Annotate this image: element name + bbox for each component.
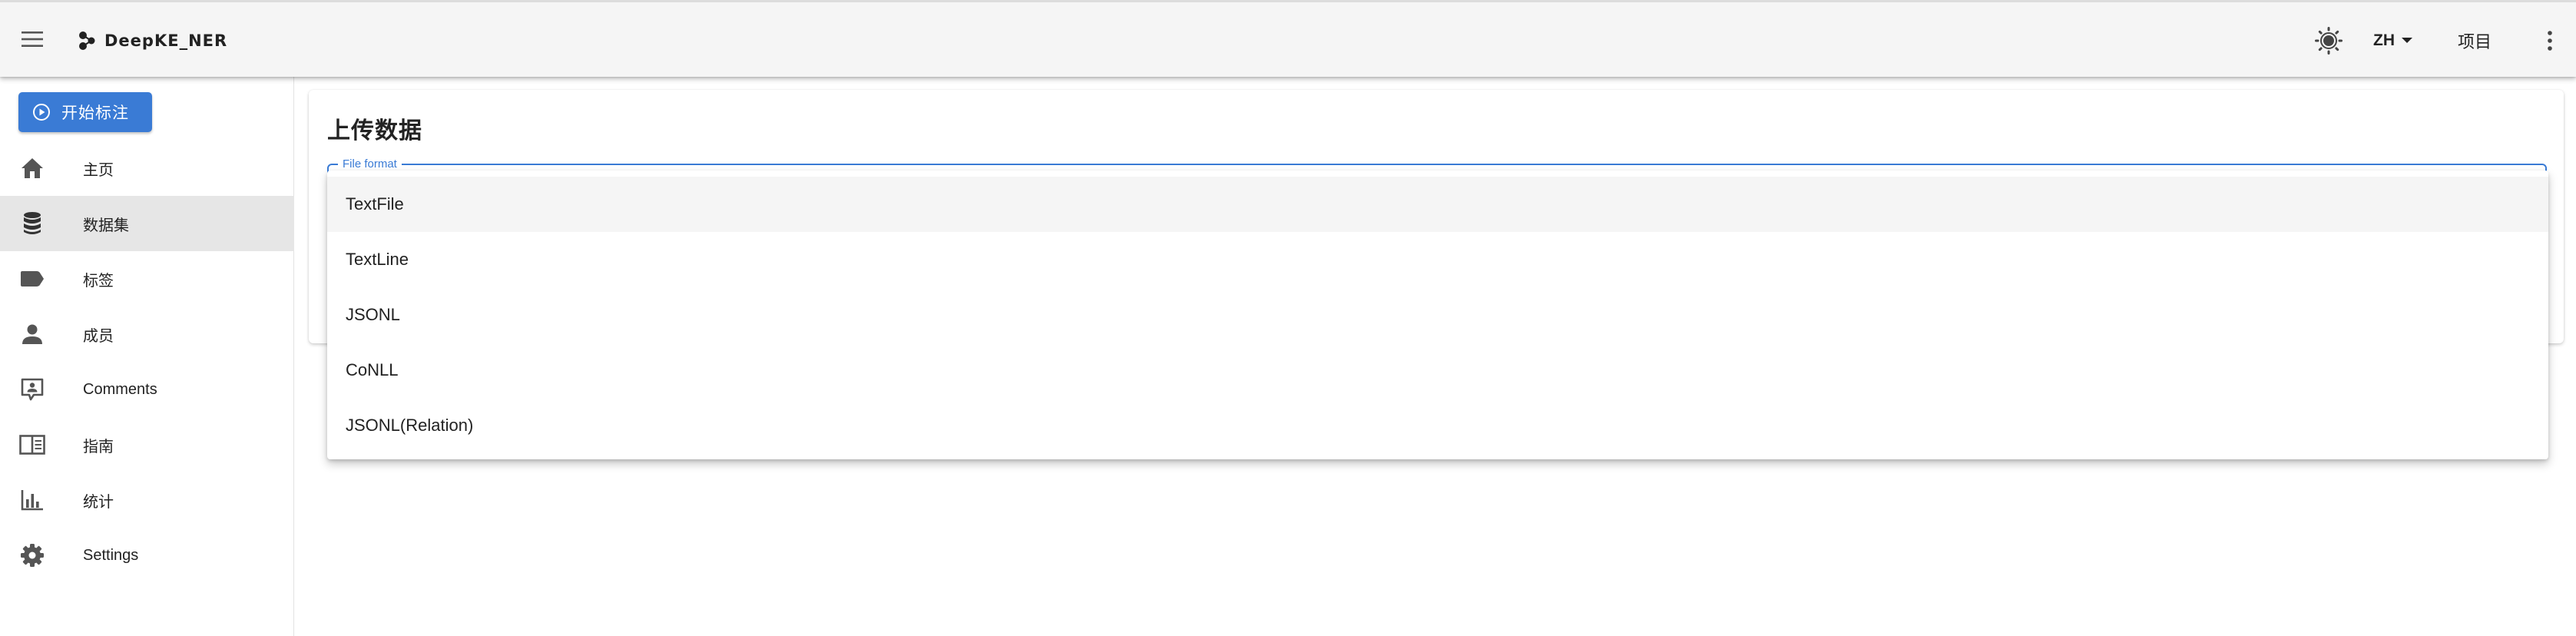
file-format-label: File format [338,157,402,171]
menu-item-label: JSONL(Relation) [346,416,474,435]
app-title: DeepKE_NER [104,31,228,50]
home-icon [18,154,46,182]
file-format-menu: TextFile TextLine JSONL CoNLL JSONL(Rela… [327,171,2548,459]
sidebar-item-labels[interactable]: 标签 [0,251,294,306]
sidebar-item-label: 成员 [83,327,114,345]
menu-item-label: TextLine [346,250,409,269]
menu-item-label: CoNLL [346,360,399,379]
sidebar-item-home[interactable]: 主页 [0,141,294,196]
sidebar-item-settings[interactable]: Settings [0,528,294,583]
sidebar-item-label: Settings [83,546,139,564]
start-annotation-button[interactable]: 开始标注 [18,92,152,132]
caret-down-icon [2402,38,2412,43]
molecule-icon [79,31,95,50]
language-label: ZH [2373,31,2395,49]
menu-item-textline[interactable]: TextLine [327,232,2548,287]
sidebar-item-statistics[interactable]: 统计 [0,472,294,528]
sidebar-item-members[interactable]: 成员 [0,306,294,362]
app-bar: DeepKE_NER ZH 项目 [0,0,2576,77]
menu-item-conll[interactable]: CoNLL [327,343,2548,398]
sidebar-item-label: 统计 [83,493,114,511]
sidebar-item-label: 主页 [83,161,114,179]
app-brand[interactable]: DeepKE_NER [77,27,227,55]
play-circle-icon [33,104,50,121]
sidebar-item-comments[interactable]: Comments [0,362,294,417]
menu-item-textfile[interactable]: TextFile [327,177,2548,232]
sidebar-item-label: 标签 [83,272,114,290]
comment-account-icon [18,376,46,403]
account-icon [18,320,46,348]
dots-vertical-icon[interactable] [2535,22,2565,59]
label-icon [18,265,46,293]
page-title: 上传数据 [327,118,422,144]
start-annotation-label: 开始标注 [61,104,129,122]
language-selector[interactable]: ZH [2373,25,2413,56]
sidebar-item-label: 数据集 [83,217,129,234]
book-open-icon [18,431,46,459]
database-icon [18,210,46,237]
chart-bar-icon [18,486,46,514]
projects-label: 项目 [2458,32,2492,51]
cog-icon [18,542,46,569]
sidebar-item-guideline[interactable]: 指南 [0,417,294,472]
sidebar-item-dataset[interactable]: 数据集 [0,196,294,251]
sidebar-item-label: Comments [83,380,157,398]
menu-item-label: JSONL [346,305,400,324]
hamburger-menu-icon[interactable] [14,19,51,59]
projects-button[interactable]: 项目 [2458,25,2492,56]
menu-item-label: TextFile [346,194,404,214]
brightness-icon[interactable] [2310,22,2347,59]
sidebar: 开始标注 主页 数据集 标签 成员 Comments 指南 统计 Setting… [0,77,294,636]
menu-item-jsonl-relation[interactable]: JSONL(Relation) [327,398,2548,453]
menu-item-jsonl[interactable]: JSONL [327,287,2548,343]
sidebar-item-label: 指南 [83,438,114,455]
